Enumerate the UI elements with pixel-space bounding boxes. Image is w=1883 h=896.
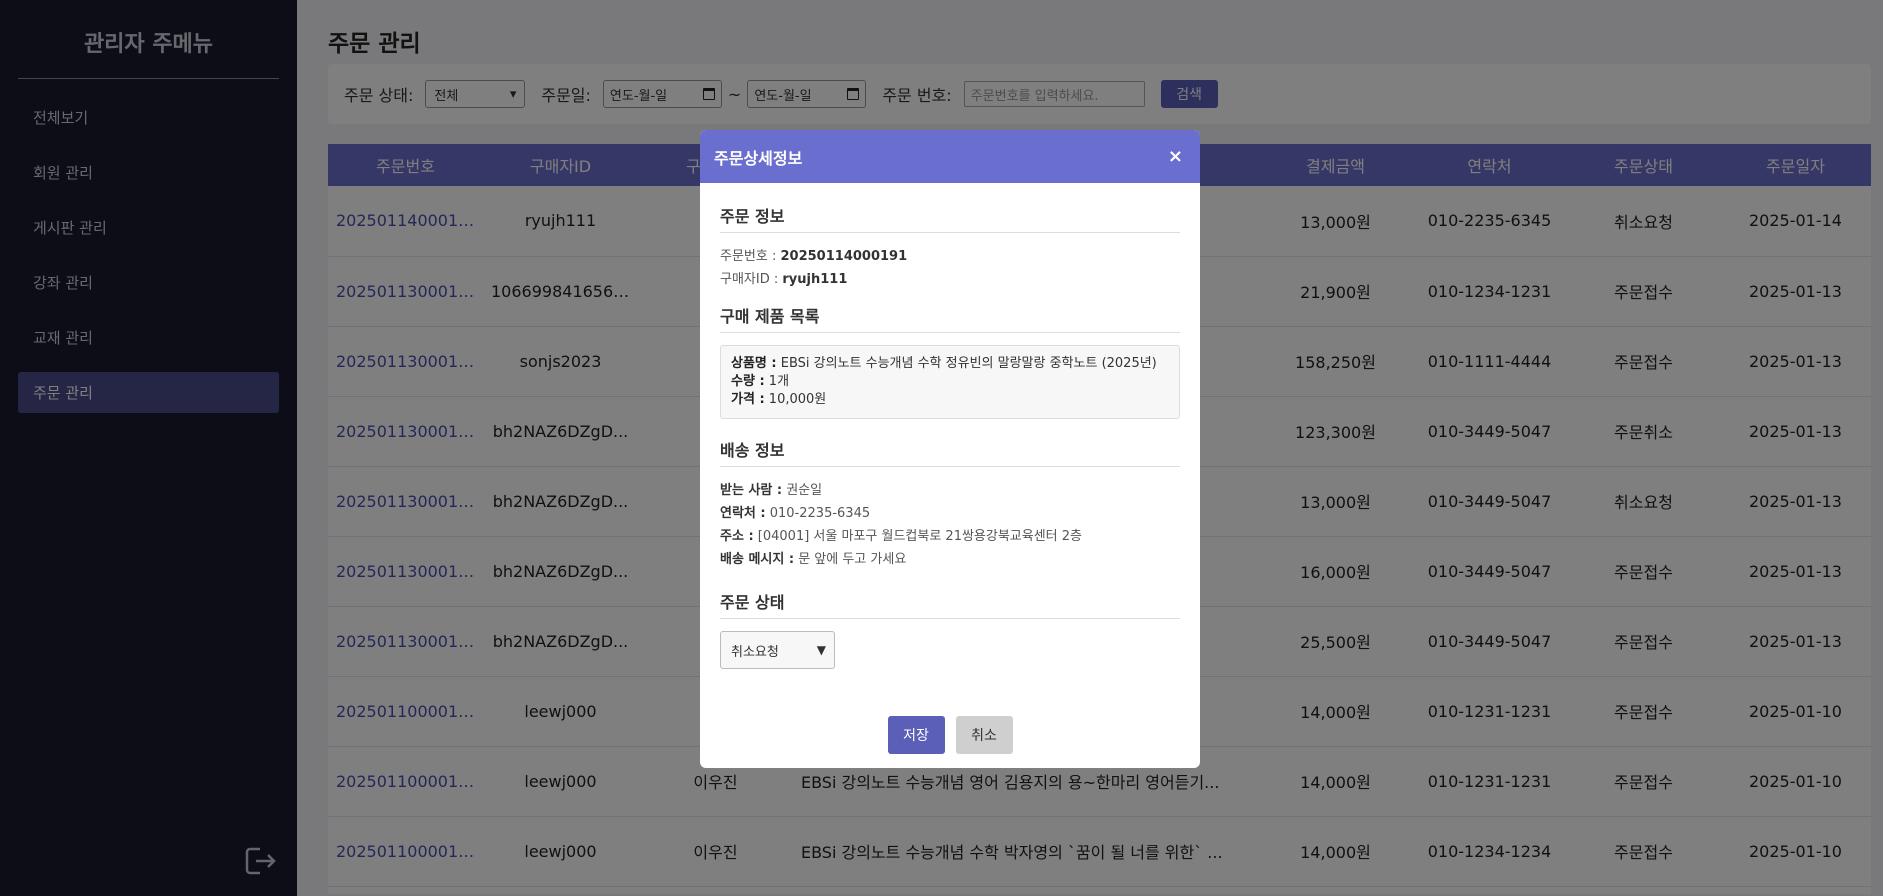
phone-value: 010-2235-6345 — [769, 506, 871, 521]
order-status-select[interactable]: 취소요청 ▼ — [720, 631, 835, 669]
address-value: [04001] 서울 마포구 월드컵북로 21쌍용강북교육센터 2층 — [757, 529, 1083, 544]
close-icon[interactable]: × — [1168, 146, 1183, 167]
address-label: 주소 : — [720, 529, 754, 544]
status-title: 주문 상태 — [720, 589, 1180, 619]
modal-title: 주문상세정보 — [714, 148, 803, 168]
product-name-label: 상품명 : — [731, 356, 777, 371]
order-status-value: 취소요청 — [731, 644, 779, 660]
chevron-down-icon: ▼ — [816, 643, 826, 657]
order-info-title: 주문 정보 — [720, 203, 1180, 233]
product-qty-label: 수량 : — [731, 374, 765, 389]
order-no-line: 주문번호 : 20250114000191 — [720, 245, 1180, 268]
message-label: 배송 메시지 : — [720, 552, 795, 567]
phone-line: 연락처 : 010-2235-6345 — [720, 502, 1180, 525]
buyer-id-line: 구매자ID : ryujh111 — [720, 268, 1180, 291]
buyer-id-value: ryujh111 — [782, 272, 848, 287]
save-button[interactable]: 저장 — [887, 716, 945, 754]
modal-footer: 저장 취소 — [700, 716, 1200, 754]
modal-body: 주문 정보 주문번호 : 20250114000191 구매자ID : ryuj… — [700, 183, 1200, 669]
products-title: 구매 제품 목록 — [720, 303, 1180, 333]
cancel-button[interactable]: 취소 — [955, 716, 1013, 754]
order-detail-modal: 주문상세정보 × 주문 정보 주문번호 : 20250114000191 구매자… — [700, 130, 1200, 768]
product-qty-value: 1개 — [768, 374, 790, 389]
phone-label: 연락처 : — [720, 506, 766, 521]
address-line: 주소 : [04001] 서울 마포구 월드컵북로 21쌍용강북교육센터 2층 — [720, 525, 1180, 548]
buyer-id-label: 구매자ID : — [720, 272, 779, 287]
modal-header: 주문상세정보 × — [700, 130, 1200, 183]
receiver-label: 받는 사람 : — [720, 483, 783, 498]
order-no-value: 20250114000191 — [780, 249, 908, 264]
receiver-value: 권순일 — [786, 483, 823, 498]
order-no-label: 주문번호 : — [720, 249, 777, 264]
message-value: 문 앞에 두고 가세요 — [798, 552, 907, 567]
product-name-value: EBSi 강의노트 수능개념 수학 정유빈의 말랑말랑 중학노트 (2025년) — [780, 356, 1157, 371]
message-line: 배송 메시지 : 문 앞에 두고 가세요 — [720, 548, 1180, 571]
product-price-label: 가격 : — [731, 392, 765, 407]
delivery-title: 배송 정보 — [720, 437, 1180, 467]
product-price-value: 10,000원 — [768, 392, 827, 407]
receiver-line: 받는 사람 : 권순일 — [720, 479, 1180, 502]
product-item: 상품명 : EBSi 강의노트 수능개념 수학 정유빈의 말랑말랑 중학노트 (… — [720, 345, 1180, 419]
